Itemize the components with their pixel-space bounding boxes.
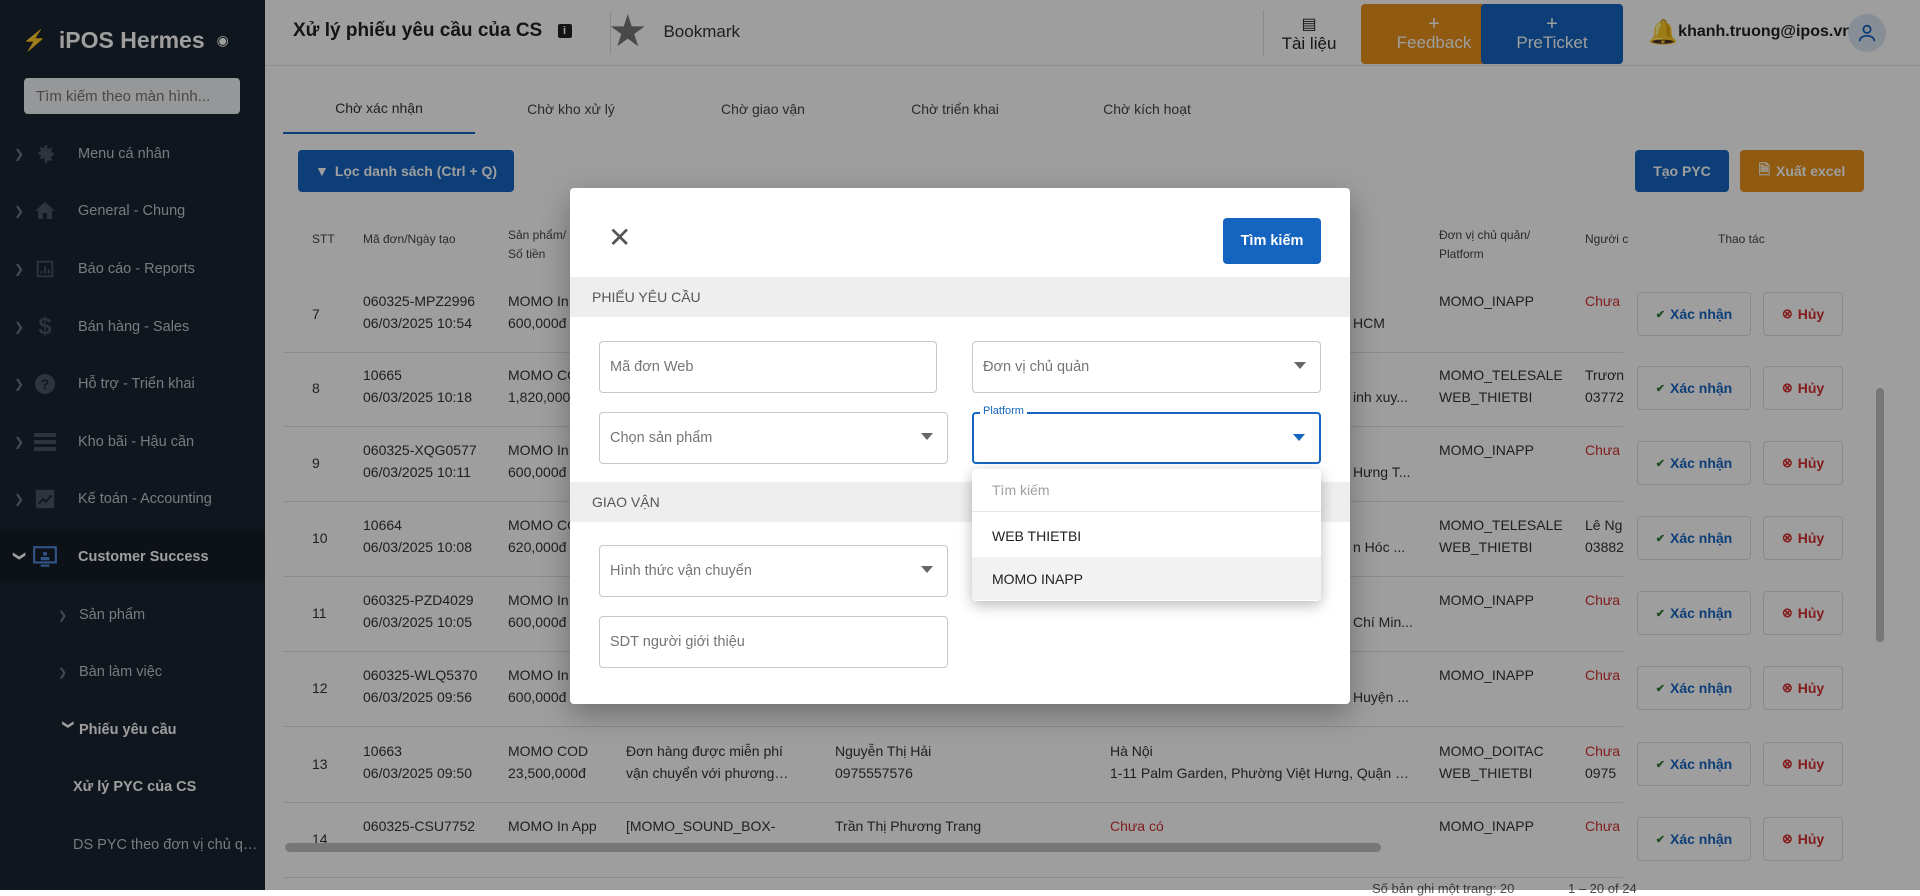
caret-down-icon	[921, 433, 933, 440]
product-select[interactable]: Chọn sản phẩm	[599, 412, 948, 464]
unit-placeholder: Đơn vị chủ quản	[983, 359, 1090, 375]
close-icon[interactable]: ✕	[608, 224, 631, 252]
dropdown-option[interactable]: WEB THIETBI	[972, 514, 1321, 557]
platform-floating-label: Platform	[980, 405, 1027, 417]
modal-search-button[interactable]: Tìm kiếm	[1223, 218, 1321, 264]
caret-down-icon	[921, 566, 933, 573]
shipping-placeholder: Hình thức vận chuyển	[610, 563, 752, 579]
caret-down-icon	[1293, 434, 1305, 441]
platform-dropdown: Tìm kiếm WEB THIETBI MOMO INAPP	[972, 469, 1321, 601]
web-code-placeholder: Mã đơn Web	[610, 359, 694, 375]
referrer-phone-field[interactable]: SDT người giới thiệu	[599, 616, 948, 668]
web-code-field[interactable]: Mã đơn Web	[599, 341, 937, 393]
product-placeholder: Chọn sản phẩm	[610, 430, 713, 446]
referrer-phone-placeholder: SDT người giới thiệu	[610, 634, 745, 650]
shipping-select[interactable]: Hình thức vận chuyển	[599, 545, 948, 597]
search-modal: ✕ Tìm kiếm PHIẾU YÊU CẦU Mã đơn Web Đơn …	[570, 188, 1350, 704]
caret-down-icon	[1294, 362, 1306, 369]
unit-select[interactable]: Đơn vị chủ quản	[972, 341, 1321, 393]
section-header-phieu-yeu-cau: PHIẾU YÊU CẦU	[570, 277, 1350, 317]
dropdown-search-input[interactable]: Tìm kiếm	[972, 469, 1321, 512]
dropdown-option[interactable]: MOMO INAPP	[972, 557, 1321, 600]
platform-select[interactable]: Platform	[972, 405, 1321, 464]
